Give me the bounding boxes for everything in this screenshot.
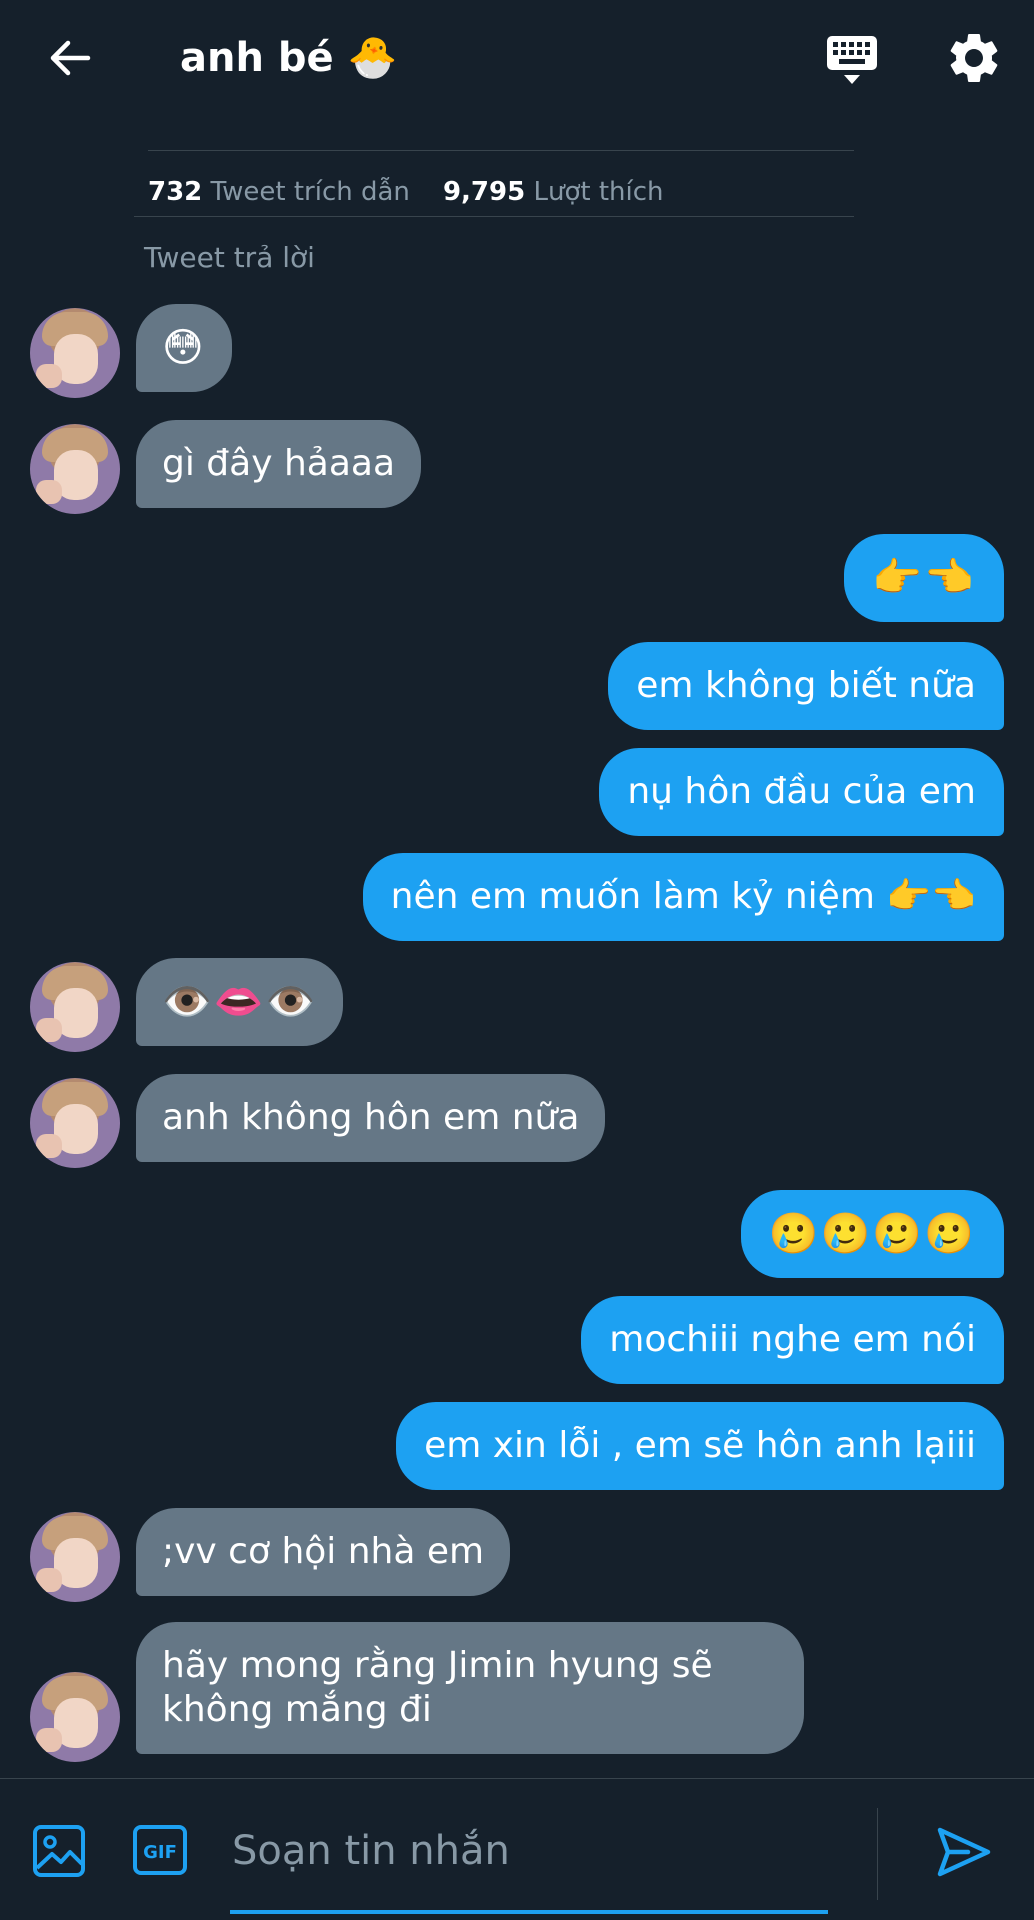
tweet-stats: 732 Tweet trích dẫn 9,795 Lượt thích (148, 172, 663, 212)
back-button[interactable] (40, 30, 100, 86)
settings-button[interactable] (944, 28, 1004, 88)
message-bubble-received[interactable]: ;vv cơ hội nhà em (136, 1508, 511, 1596)
image-button[interactable] (32, 1824, 86, 1878)
avatar[interactable] (30, 1512, 120, 1602)
contact-name-emoji: 🐣 (347, 35, 398, 81)
message-bubble-received[interactable]: 👁️👄👁️ (136, 958, 344, 1046)
message-bubble-received[interactable]: anh không hôn em nữa (136, 1074, 606, 1162)
avatar[interactable] (30, 1078, 120, 1168)
conversation-title[interactable]: anh bé 🐣 (180, 28, 397, 88)
quote-label: Tweet trích dẫn (210, 177, 410, 207)
gif-button[interactable]: GIF (132, 1824, 188, 1876)
gear-icon (950, 33, 998, 82)
like-label: Lượt thích (533, 177, 664, 207)
divider (877, 1808, 878, 1900)
avatar[interactable] (30, 962, 120, 1052)
message-bubble-received[interactable]: gì đây hảaaa (136, 420, 422, 508)
contact-name: anh bé (180, 35, 334, 81)
message-bubble-sent[interactable]: 👉👈 (844, 534, 1004, 622)
message-bubble-sent[interactable]: em xin lỗi , em sẽ hôn anh lạiii (396, 1402, 1004, 1490)
avatar[interactable] (30, 1672, 120, 1762)
message-bubble-received[interactable]: 😳 (136, 304, 232, 392)
arrow-left-icon (50, 40, 91, 76)
conversation-header: anh bé 🐣 (0, 0, 1034, 116)
send-icon (937, 1827, 991, 1877)
divider (134, 216, 854, 217)
send-button[interactable] (934, 1822, 994, 1882)
quote-count: 732 (148, 177, 203, 207)
keyboard-button[interactable] (822, 30, 882, 90)
image-icon (33, 1825, 85, 1877)
gif-icon: GIF (133, 1825, 187, 1875)
reply-tweet-label[interactable]: Tweet trả lời (144, 238, 315, 278)
keyboard-icon (827, 36, 877, 84)
divider (148, 150, 854, 151)
message-bubble-sent[interactable]: em không biết nữa (608, 642, 1004, 730)
message-bubble-received[interactable]: hãy mong rằng Jimin hyung sẽ không mắng … (136, 1622, 804, 1754)
avatar[interactable] (30, 308, 120, 398)
message-bubble-sent[interactable]: nên em muốn làm kỷ niệm 👉👈 (362, 853, 1004, 941)
divider (0, 1778, 1034, 1779)
like-count: 9,795 (442, 177, 526, 207)
avatar[interactable] (30, 424, 120, 514)
message-bubble-sent[interactable]: mochiii nghe em nói (581, 1296, 1004, 1384)
input-underline (230, 1910, 828, 1914)
message-bubble-sent[interactable]: nụ hôn đầu của em (599, 748, 1004, 836)
gif-label: GIF (143, 1842, 177, 1863)
message-bubble-sent[interactable]: 🥲🥲🥲🥲 (740, 1190, 1004, 1278)
message-input[interactable] (230, 1816, 834, 1886)
